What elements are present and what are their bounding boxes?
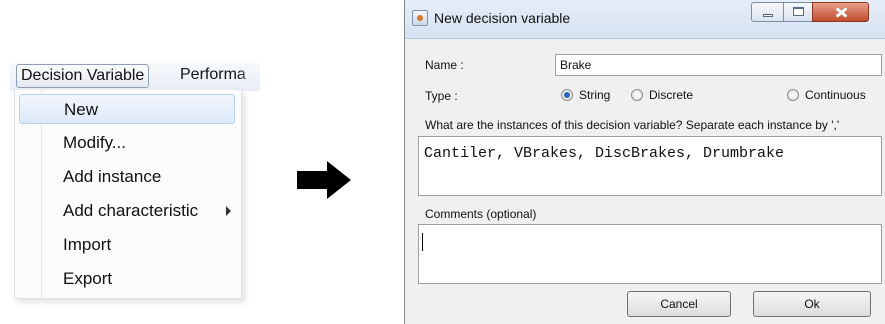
radio-label: Continuous xyxy=(805,88,866,102)
decision-variable-dropdown: New Modify... Add instance Add character… xyxy=(14,90,242,299)
menu-item-modify[interactable]: Modify... xyxy=(19,128,235,158)
menu-item-label: Import xyxy=(63,235,112,254)
window-controls xyxy=(751,2,875,22)
cancel-button[interactable]: Cancel xyxy=(627,291,731,317)
comments-label: Comments (optional) xyxy=(425,207,537,221)
menu-item-add-characteristic[interactable]: Add characteristic xyxy=(19,196,235,226)
name-label: Name : xyxy=(425,58,464,72)
radio-unselected-icon xyxy=(631,89,643,101)
menu-item-import[interactable]: Import xyxy=(19,230,235,260)
menu-item-new[interactable]: New xyxy=(19,94,235,124)
minimize-button[interactable] xyxy=(751,2,784,22)
type-label: Type : xyxy=(425,89,458,103)
radio-label: Discrete xyxy=(649,88,694,102)
submenu-arrow-icon xyxy=(226,206,231,216)
instances-value: Cantiler, VBrakes, DiscBrakes, Drumbrake xyxy=(424,145,785,162)
menu-item-export[interactable]: Export xyxy=(19,264,235,294)
dialog-title: New decision variable xyxy=(434,10,571,26)
text-caret xyxy=(422,233,423,251)
menu-item-label: New xyxy=(64,100,99,119)
right-arrow-icon xyxy=(297,161,351,199)
instances-textarea[interactable]: Cantiler, VBrakes, DiscBrakes, Drumbrake xyxy=(418,136,882,196)
instances-prompt: What are the instances of this decision … xyxy=(425,118,840,132)
type-radio-group: String Discrete Continuous xyxy=(561,88,881,104)
menu-item-label: Add characteristic xyxy=(63,201,199,220)
menu-item-label: Modify... xyxy=(63,133,126,152)
ok-button[interactable]: Ok xyxy=(753,291,871,317)
menu-item-add-instance[interactable]: Add instance xyxy=(19,162,235,192)
name-field[interactable]: Brake xyxy=(555,54,882,76)
menu-item-label: Add instance xyxy=(63,167,162,186)
radio-unselected-icon xyxy=(787,89,799,101)
menu-item-label: Export xyxy=(63,269,113,288)
menu-bar: Decision Variable Performa xyxy=(10,63,260,91)
dialog-titlebar: New decision variable xyxy=(405,0,885,39)
radio-selected-icon xyxy=(561,89,573,101)
menu-panel: Decision Variable Performa New Modify...… xyxy=(0,50,262,300)
new-decision-variable-dialog: New decision variable Name : Brake Type … xyxy=(404,0,885,324)
close-button[interactable] xyxy=(812,2,869,22)
menu-performance[interactable]: Performa xyxy=(176,64,264,86)
java-app-icon xyxy=(412,10,428,26)
maximize-button[interactable] xyxy=(783,2,813,22)
menu-decision-variable[interactable]: Decision Variable xyxy=(16,64,150,88)
comments-textarea[interactable] xyxy=(418,224,882,284)
radio-label: String xyxy=(579,88,611,102)
